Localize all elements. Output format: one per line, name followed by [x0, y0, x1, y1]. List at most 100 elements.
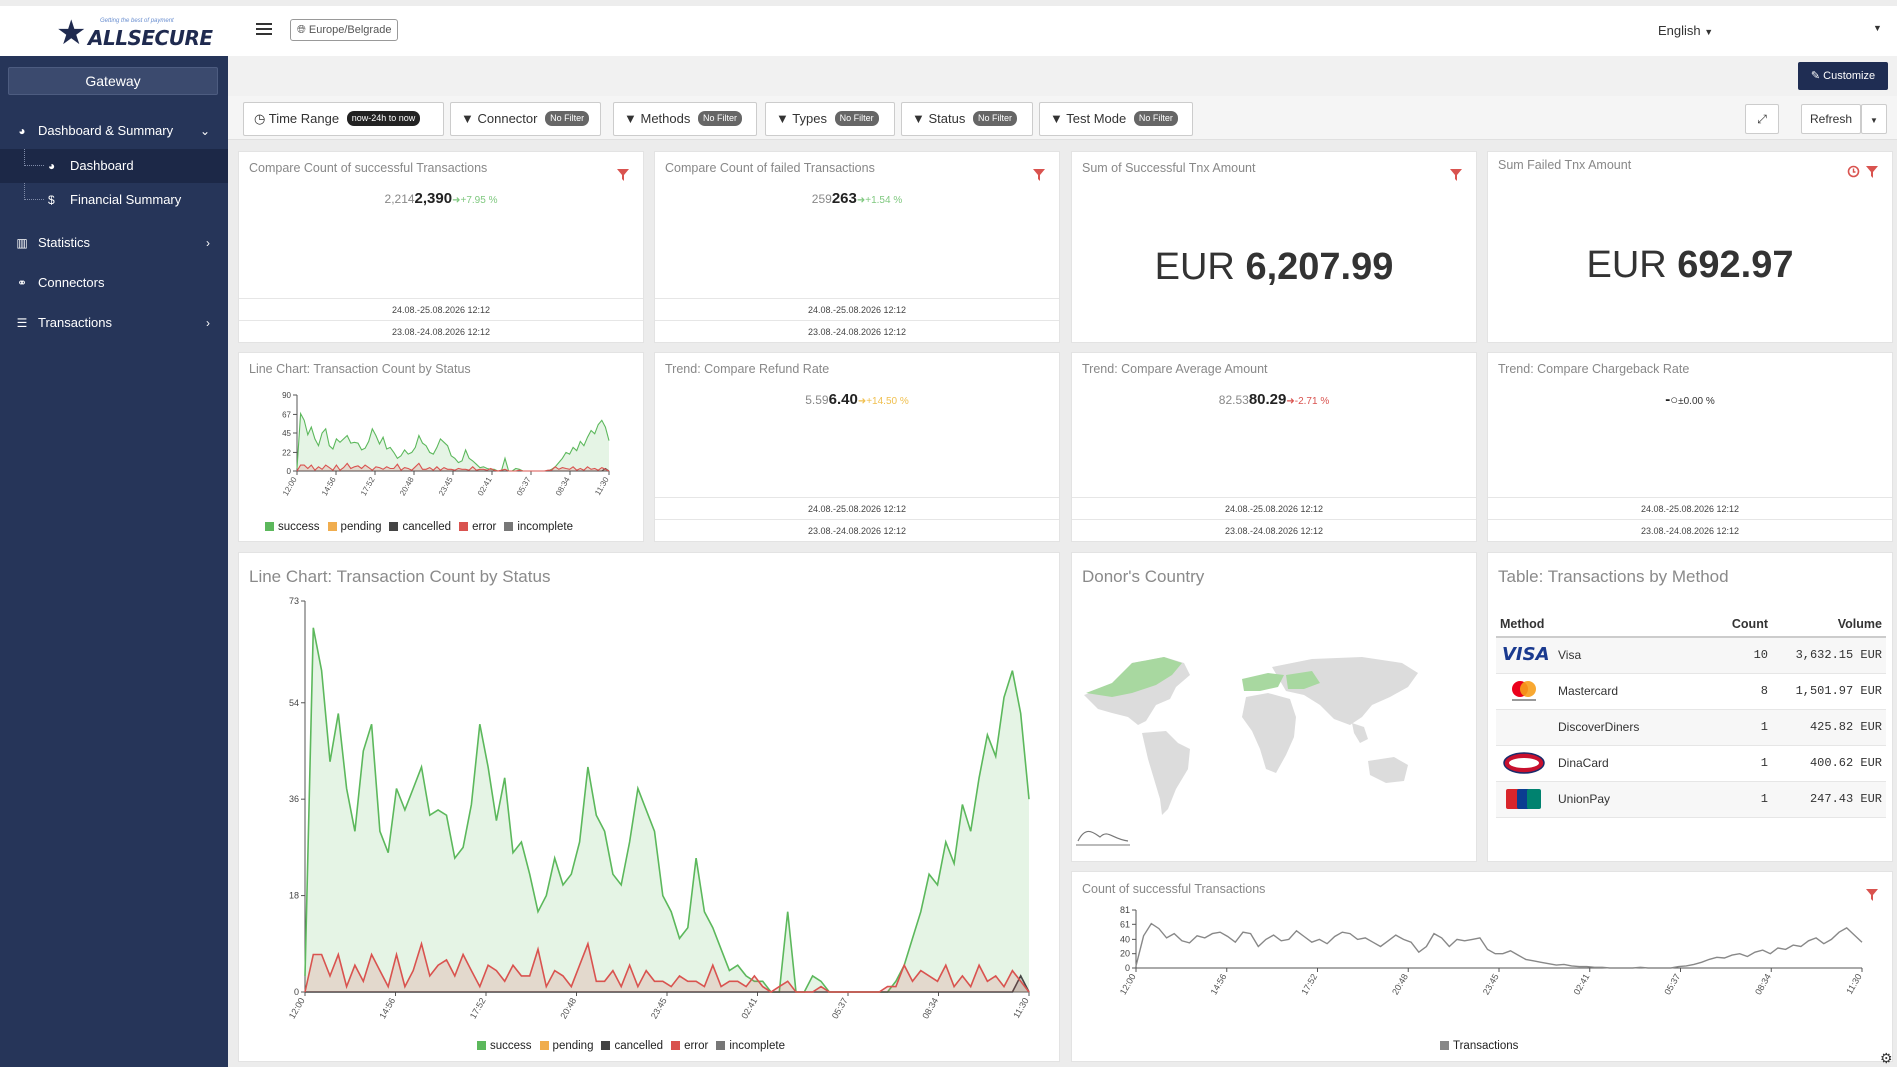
filter-badge: No Filter [545, 111, 590, 127]
series-area-success [305, 627, 1029, 992]
filter-label: Connector [477, 111, 538, 126]
sidebar-item-connectors[interactable]: ⚭ Connectors [0, 268, 228, 298]
table-row[interactable]: UnionPay 1 247.43 EUR [1496, 781, 1886, 818]
table-row[interactable]: VISA Visa 10 3,632.15 EUR [1496, 637, 1886, 674]
method-count: 1 [1706, 781, 1776, 818]
filter-status[interactable]: ▼ Status No Filter [901, 102, 1033, 136]
sidebar-item-transactions[interactable]: ☰ Transactions › [0, 308, 228, 338]
series-area-success [297, 413, 609, 471]
table-row[interactable]: DiscoverDiners 1 425.82 EUR [1496, 709, 1886, 746]
chevron-right-icon: › [206, 316, 210, 330]
x-tick-label: 11:30 [1011, 996, 1031, 1020]
funnel-icon: ▼ [912, 111, 925, 126]
legend-label[interactable]: error [472, 521, 496, 533]
widget-sum-successful: Sum of Successful Tnx Amount EUR 6,207.9… [1071, 151, 1477, 343]
timezone-selector[interactable]: 🌐︎ Europe/Belgrade [290, 19, 399, 41]
method-logo-cell [1496, 745, 1558, 782]
legend-label[interactable]: pending [553, 1040, 594, 1052]
legend-swatch [601, 1041, 611, 1050]
brand-logo[interactable]: ★ Getting the best of payment ALLSECURE [56, 16, 213, 50]
world-map[interactable] [1072, 593, 1477, 862]
y-tick-label: 67 [282, 410, 291, 419]
y-tick-label: 54 [289, 698, 299, 708]
filter-label: Types [792, 111, 827, 126]
menu-toggle-icon[interactable] [256, 23, 272, 39]
x-tick-label: 23:45 [437, 475, 455, 497]
method-volume: 247.43 EUR [1776, 781, 1886, 818]
legend-label[interactable]: Transactions [1453, 1040, 1518, 1052]
table-row[interactable]: DinaCard 1 400.62 EUR [1496, 745, 1886, 782]
map-region-highlight [1242, 673, 1284, 691]
dashboard-icon: ◕ [18, 124, 26, 138]
arrow-up-icon: ➜ [856, 195, 866, 206]
filter-time-range[interactable]: ◷ Time Range now-24h to now [243, 102, 444, 136]
sidebar-item-dashboard-summary[interactable]: ◕ Dashboard & Summary ⌄ [0, 116, 228, 146]
user-menu-caret-icon[interactable]: ▼ [1873, 23, 1882, 33]
current-value: 2,390 [414, 190, 453, 207]
sidebar-item-dashboard[interactable]: ◕ Dashboard [0, 149, 228, 183]
legend-swatch [327, 522, 337, 531]
filter-funnel-icon[interactable] [1866, 166, 1878, 178]
legend-label[interactable]: incomplete [729, 1040, 785, 1052]
filter-types[interactable]: ▼ Types No Filter [765, 102, 895, 136]
refresh-button[interactable]: Refresh [1801, 104, 1861, 134]
gateway-button[interactable]: Gateway [8, 67, 218, 95]
language-dropdown[interactable]: English ▼ [1658, 23, 1713, 38]
dashboard-icon: ◕ [48, 159, 56, 173]
timezone-label: Europe/Belgrade [308, 24, 392, 36]
x-tick-label: 05:37 [515, 475, 533, 497]
map-sparkline-icon [1077, 830, 1129, 842]
legend-label[interactable]: incomplete [517, 521, 573, 533]
widget-title: Trend: Compare Average Amount [1082, 362, 1268, 376]
column-header-method[interactable]: Method [1496, 611, 1706, 638]
arrow-down-icon: ➜ [1286, 396, 1295, 407]
filter-connector[interactable]: ▼ Connector No Filter [450, 102, 601, 136]
filter-funnel-icon[interactable] [617, 169, 629, 181]
table-row[interactable]: Mastercard 8 1,501.97 EUR [1496, 673, 1886, 710]
y-tick-label: 18 [289, 891, 299, 901]
caret-down-icon: ▼ [1870, 116, 1878, 125]
legend-label[interactable]: cancelled [402, 521, 451, 533]
filter-methods[interactable]: ▼ Methods No Filter [613, 102, 757, 136]
legend-label[interactable]: pending [341, 521, 382, 533]
widget-failed-count: Compare Count of failed Transactions 259… [654, 151, 1060, 343]
app-header: ★ Getting the best of payment ALLSECURE … [0, 6, 1897, 56]
customize-button[interactable]: ✎ Customize [1798, 62, 1888, 90]
fullscreen-button[interactable]: ⤢ [1745, 104, 1779, 134]
clock-warning-icon[interactable] [1847, 165, 1860, 178]
sidebar-item-label: Dashboard [70, 158, 134, 173]
filter-funnel-icon[interactable] [1033, 169, 1045, 181]
sidebar-item-statistics[interactable]: ▥ Statistics › [0, 228, 228, 258]
legend-label[interactable]: cancelled [614, 1040, 663, 1052]
filter-funnel-icon[interactable] [1450, 169, 1462, 181]
widget-successful-count: Compare Count of successful Transactions… [238, 151, 644, 343]
legend-label[interactable]: error [684, 1040, 708, 1052]
compare-value: 2,2142,390➜+7.95 % [239, 190, 643, 207]
x-tick-label: 11:30 [1844, 972, 1864, 996]
previous-value: 2,214 [384, 192, 415, 206]
legend-label[interactable]: success [278, 521, 320, 533]
chevron-right-icon: › [206, 236, 210, 250]
dinacard-logo-icon [1503, 752, 1545, 774]
y-tick-label: 90 [282, 391, 291, 400]
sidebar-item-label: Financial Summary [70, 192, 182, 207]
widget-methods-table: Table: Transactions by Method Method Cou… [1487, 552, 1893, 862]
change-percent: +14.50 % [866, 396, 909, 407]
x-tick-label: 14:56 [1209, 972, 1229, 997]
settings-gear-icon[interactable]: ⚙ [1880, 1050, 1893, 1067]
sidebar-item-financial-summary[interactable]: $ Financial Summary [0, 183, 228, 217]
date-range-current: 24.08.-25.08.2026 12:12 [239, 298, 643, 320]
refresh-dropdown[interactable]: ▼ [1861, 104, 1887, 134]
date-range-previous: 23.08.-24.08.2026 12:12 [239, 320, 643, 342]
column-header-count[interactable]: Count [1706, 611, 1776, 638]
filter-test-mode[interactable]: ▼ Test Mode No Filter [1039, 102, 1193, 136]
legend-label[interactable]: success [490, 1040, 532, 1052]
currency: EUR [1586, 244, 1667, 286]
map-region [1352, 723, 1368, 743]
widget-title: Sum of Successful Tnx Amount [1082, 161, 1256, 175]
widget-small-line-chart: Line Chart: Transaction Count by Status … [238, 352, 644, 542]
column-header-volume[interactable]: Volume [1776, 611, 1886, 638]
customize-bar [228, 56, 1897, 96]
x-tick-label: 17:52 [1299, 972, 1319, 997]
date-range-previous: 23.08.-24.08.2026 12:12 [655, 519, 1059, 541]
